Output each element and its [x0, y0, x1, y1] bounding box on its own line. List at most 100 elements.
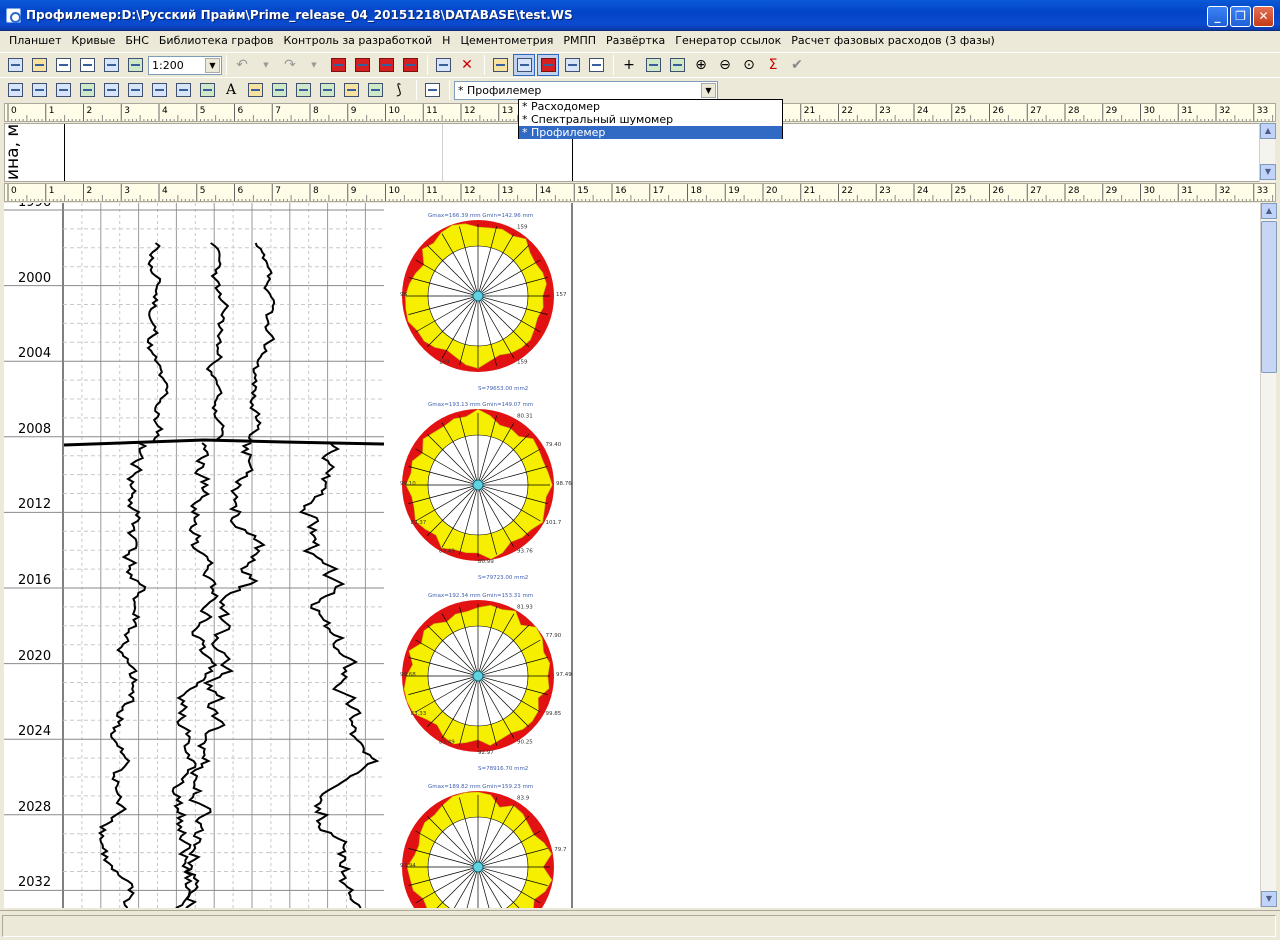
ruler-tick-label: 25 [955, 106, 966, 116]
polar-value-label: 79.40 [546, 442, 562, 448]
interval-icon[interactable] [316, 79, 338, 101]
plot-scrollbar[interactable]: ▲ ▼ [1260, 203, 1277, 907]
save-icon[interactable] [4, 54, 26, 76]
profile-option-raskhodomer[interactable]: * Расходомер [519, 100, 782, 113]
close-button[interactable]: ✕ [1253, 6, 1274, 27]
scroll-up-icon[interactable]: ▲ [1260, 123, 1276, 139]
track-list-icon[interactable] [28, 79, 50, 101]
stamp-icon[interactable] [52, 54, 74, 76]
ruler-tick-label: 21 [804, 106, 815, 116]
pointer-icon[interactable] [421, 79, 443, 101]
app-icon [6, 8, 21, 23]
curve-add-icon[interactable] [196, 79, 218, 101]
polar-value-label: 83.49 [439, 740, 455, 746]
menu-rmpp[interactable]: РМПП [558, 32, 601, 50]
insert-track-icon[interactable] [327, 54, 349, 76]
track-props-icon[interactable] [4, 79, 26, 101]
scroll-thumb[interactable] [1261, 221, 1277, 373]
ruler-tick-label: 21 [804, 186, 815, 196]
menu-bns[interactable]: БНС [120, 32, 154, 50]
layer-icon[interactable] [340, 79, 362, 101]
select-curve-icon[interactable] [666, 54, 688, 76]
polar-value-label: 93.94 [400, 863, 416, 869]
ruler-tick-label: 20 [766, 186, 778, 196]
fill-icon[interactable] [489, 54, 511, 76]
menu-n[interactable]: Н [437, 32, 455, 50]
move-left-icon[interactable] [399, 54, 421, 76]
scroll-up-icon[interactable]: ▲ [1261, 203, 1277, 219]
settings-icon[interactable] [124, 54, 146, 76]
apply-icon[interactable]: ✔ [786, 54, 808, 76]
undo-dropdown-icon[interactable]: ▼ [255, 54, 277, 76]
marker-icon[interactable] [244, 79, 266, 101]
lithology-icon[interactable] [268, 79, 290, 101]
scroll-down-icon[interactable]: ▼ [1260, 164, 1276, 180]
scroll-down-icon[interactable]: ▼ [1261, 891, 1277, 907]
separator [484, 55, 485, 75]
menu-planshet[interactable]: Планшет [4, 32, 66, 50]
menu-kontrol-razrabotki[interactable]: Контроль за разработкой [278, 32, 437, 50]
profile-option-spektralny-shumomer[interactable]: * Спектральный шумомер [519, 113, 782, 126]
redo-icon[interactable]: ↷ [279, 54, 301, 76]
minimize-button[interactable]: _ [1207, 6, 1228, 27]
depth-label: 2020 [18, 648, 52, 664]
zoom-in-icon[interactable]: ⊕ [690, 54, 712, 76]
ruler-tick-label: 13 [502, 186, 513, 196]
menu-biblioteka-grafov[interactable]: Библиотека графов [154, 32, 279, 50]
track-scale-icon[interactable] [124, 79, 146, 101]
maximize-button[interactable]: ❐ [1230, 6, 1251, 27]
table-icon[interactable] [432, 54, 454, 76]
polar-value-label: 93.76 [517, 549, 533, 555]
ruler-tick-label: 2 [87, 106, 93, 116]
ruler-tick-label: 12 [464, 106, 475, 116]
track-mesh-icon[interactable] [148, 79, 170, 101]
text-icon[interactable]: A [220, 79, 242, 101]
grid-view-icon[interactable] [513, 54, 535, 76]
link-icon[interactable]: ⟆ [388, 79, 410, 101]
track-columns-icon[interactable] [52, 79, 74, 101]
chevron-down-icon[interactable]: ▼ [205, 57, 220, 73]
ruler-tick-label: 9 [351, 186, 357, 196]
delete-icon[interactable]: ✕ [456, 54, 478, 76]
polar-value-label: 99.68 [400, 672, 416, 678]
sigma-icon[interactable]: Σ [762, 54, 784, 76]
menu-krivye[interactable]: Кривые [66, 32, 120, 50]
move-right-icon[interactable] [375, 54, 397, 76]
undo-icon[interactable]: ↶ [231, 54, 253, 76]
report-view-icon[interactable] [585, 54, 607, 76]
polar-center [472, 861, 484, 873]
menu-raschet-fazovyh[interactable]: Расчет фазовых расходов (3 фазы) [786, 32, 1000, 50]
edit-curve-icon[interactable] [642, 54, 664, 76]
profile-select[interactable]: * Профилемер ▼ [454, 80, 718, 100]
add-point-icon[interactable]: + [618, 54, 640, 76]
track-table-icon[interactable] [172, 79, 194, 101]
image-icon[interactable] [292, 79, 314, 101]
zoom-fit-icon[interactable]: ⊙ [738, 54, 760, 76]
ruler-tick-label: 3 [124, 106, 130, 116]
ruler-tick-label: 26 [993, 106, 1005, 116]
track-color-icon[interactable] [76, 79, 98, 101]
save-as-icon[interactable] [28, 54, 50, 76]
track-grid-icon[interactable] [100, 79, 122, 101]
polar-value-label: 83.37 [411, 520, 427, 526]
panel-view-icon[interactable] [561, 54, 583, 76]
zoom-out-icon[interactable]: ⊖ [714, 54, 736, 76]
menu-razvertka[interactable]: Развёртка [601, 32, 670, 50]
redo-dropdown-icon[interactable]: ▼ [303, 54, 325, 76]
layout-view-icon[interactable] [537, 54, 559, 76]
menu-cementometriya[interactable]: Цементометрия [455, 32, 558, 50]
polar-value-label: 90.25 [517, 740, 533, 746]
well-log-plot[interactable]: Gmax=166.39 mm Gmin=142.96 mm 159 157 159 16… [4, 203, 1260, 908]
print-preview-icon[interactable] [100, 54, 122, 76]
header-scrollbar[interactable]: ▲ ▼ [1259, 123, 1276, 182]
formula-icon[interactable] [364, 79, 386, 101]
print-icon[interactable] [76, 54, 98, 76]
log-curve [63, 438, 385, 447]
insert-curve-icon[interactable] [351, 54, 373, 76]
profile-option-profilemer[interactable]: * Профилемер [519, 126, 782, 139]
ruler-tick-label: 5 [200, 186, 206, 196]
scale-select[interactable]: 1:200 ▼ [148, 55, 222, 75]
profile-dropdown-list: * Расходомер * Спектральный шумомер * Пр… [518, 99, 783, 139]
chevron-down-icon[interactable]: ▼ [701, 82, 716, 98]
menu-generator-ssylok[interactable]: Генератор ссылок [670, 32, 786, 50]
